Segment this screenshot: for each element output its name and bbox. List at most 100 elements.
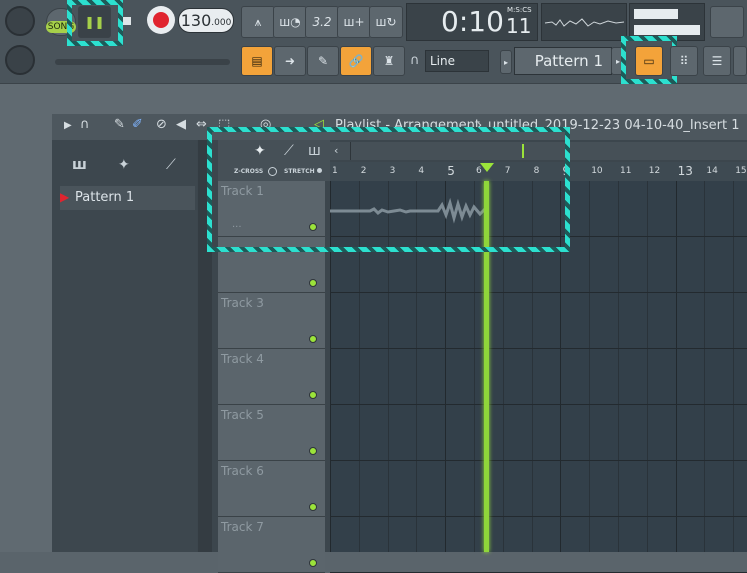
speaker-icon[interactable]: ◀ [176,117,186,132]
headphones-icon[interactable]: ∩ [80,117,90,132]
mixer-button[interactable] [733,46,747,76]
options-arrow-icon[interactable]: ▶ [64,120,72,131]
pattern-list-item[interactable]: ▶ Pattern 1 [60,186,195,210]
select-icon[interactable]: ⬚ [218,117,230,132]
playlist-mode-icon: ▭ [643,54,655,68]
ruler-bar-number: 7 [504,166,511,176]
tempo-value: 130 [180,11,212,30]
track-enable-led[interactable] [309,391,317,399]
track-header[interactable] [218,237,325,293]
master-volume-knob[interactable] [5,6,35,36]
scroll-left-icon[interactable]: ‹ [334,144,338,157]
step-sequencer-arrow-button[interactable]: ➜ [274,46,306,76]
audio-wave-icon[interactable]: ✦ [254,143,266,159]
mute-icon[interactable]: ⊘ [156,117,167,132]
track-header[interactable]: Track 1... [218,181,325,237]
slide-tool-button[interactable]: ✎ [307,46,339,76]
playhead-line [484,181,489,552]
snap-selector[interactable]: Line [425,50,489,72]
track-enable-led[interactable] [309,559,317,567]
tempo-display[interactable]: 130.000 [178,8,234,33]
track-enable-led[interactable] [309,279,317,287]
ruler-bar-number: 4 [418,166,425,176]
track-options-dots[interactable]: ... [232,219,242,230]
stop-button[interactable] [116,10,138,32]
track-name: Track 6 [221,464,264,478]
audio-tab-icon[interactable]: ✦ [118,157,130,173]
zoom-icon[interactable]: ◎ [260,117,271,132]
track-header[interactable]: Track 3 [218,293,325,349]
channel-rack-icon: ☰ [711,54,723,68]
grid-line-horizontal [330,348,747,349]
pencil-icon[interactable]: ✎ [114,117,125,132]
track-enable-led[interactable] [309,223,317,231]
arrow-right-icon: ➜ [284,54,296,68]
typing-keyboard-button[interactable]: ⩚ [241,6,275,38]
stretch-toggle[interactable] [317,168,322,173]
slip-icon[interactable]: ⇔ [196,117,207,132]
project-name: untitled_2019-12-23 04-10-40_Insert 1 [488,118,740,133]
ruler-bar-number: 5 [447,164,455,178]
playhead-marker-icon[interactable] [480,163,494,172]
cpu-bar [634,9,678,19]
wait-for-input-button[interactable]: ш◔ [273,6,307,38]
loop-record-button[interactable]: ш↻ [369,6,403,38]
title-separator: › [477,118,483,133]
playlist-mode-button[interactable]: ▭ [635,46,663,76]
timeline-scrollbar[interactable]: ‹ [330,142,747,160]
snap-label: Line [430,54,456,68]
master-pitch-knob[interactable] [5,45,35,75]
grid-line-horizontal [330,460,747,461]
piano-roll-button[interactable]: ⠿ [670,46,698,76]
track-header-toolbar: ✦ ⟋ ш Z-CROSS STRETCH [218,140,330,181]
automation-tab-icon[interactable]: ⟋ [166,157,176,173]
track-enable-led[interactable] [309,335,317,343]
track-header[interactable]: Track 5 [218,405,325,461]
playlist-titlebar[interactable]: ▶ ∩ ✎ ✐ ⊘ ◀ ⇔ ⬚ ◎ ◁ Playlist - Arrangeme… [52,114,747,140]
ruler-bar-number: 9 [562,164,571,178]
ruler-bar-number: 12 [648,166,661,176]
time-display[interactable]: 0:10 M:S:CS 11 [406,3,538,41]
panel-divider[interactable] [198,140,212,552]
paint-icon[interactable]: ✐ [132,117,143,132]
playlist-window-button[interactable]: ▤ [241,46,273,76]
countdown-button[interactable]: 3.2 [305,6,339,38]
zcross-toggle[interactable] [268,167,277,176]
stamp-button[interactable]: ♜ [373,46,405,76]
play-pause-button[interactable]: ❚❚ [78,6,111,38]
ruler-bar-number: 2 [360,166,367,176]
ruler-bar-number: 1 [332,166,338,176]
pattern-selector[interactable]: Pattern 1 [514,47,612,75]
stretch-label: STRETCH [284,168,315,175]
piano-plus-icon: ш+ [343,15,365,29]
memory-bar [634,25,700,35]
record-button[interactable] [147,6,175,34]
online-button[interactable] [710,6,744,38]
pattern-list-label: Pattern 1 [75,190,135,205]
picker-tabs: ш ✦ ⟋ [60,150,197,180]
oscilloscope-display [541,3,627,41]
ruler-bar-number: 14 [706,166,718,176]
pattern-next-button[interactable]: ▸ [611,47,625,75]
pattern-prev-button[interactable]: ▸ [500,50,512,74]
track-header[interactable]: Track 6 [218,461,325,517]
track-enable-led[interactable] [309,503,317,511]
play-marker-icon[interactable]: ◁ [314,117,324,132]
envelope-icon[interactable]: ⟋ [284,143,294,159]
main-pitch-slider[interactable] [55,59,230,65]
piano-tab-icon[interactable]: ш [72,157,87,173]
song-position-marker[interactable] [522,144,524,158]
track-name: Track 5 [221,408,264,422]
channel-rack-button[interactable]: ☰ [703,46,731,76]
track-header[interactable]: Track 7 [218,517,325,573]
timeline-ruler[interactable]: 1 2 3 4 5 6 7 8 9 10 11 12 13 14 15 [330,162,747,181]
piano-icon[interactable]: ш [308,143,321,159]
time-sub: 11 [506,14,532,38]
step-edit-button[interactable]: ш+ [337,6,371,38]
link-button[interactable]: 🔗 [340,46,372,76]
tempo-decimals: .000 [211,18,232,28]
audio-clip[interactable] [330,185,487,237]
track-enable-led[interactable] [309,447,317,455]
track-name: Track 1 [221,184,264,198]
track-header[interactable]: Track 4 [218,349,325,405]
